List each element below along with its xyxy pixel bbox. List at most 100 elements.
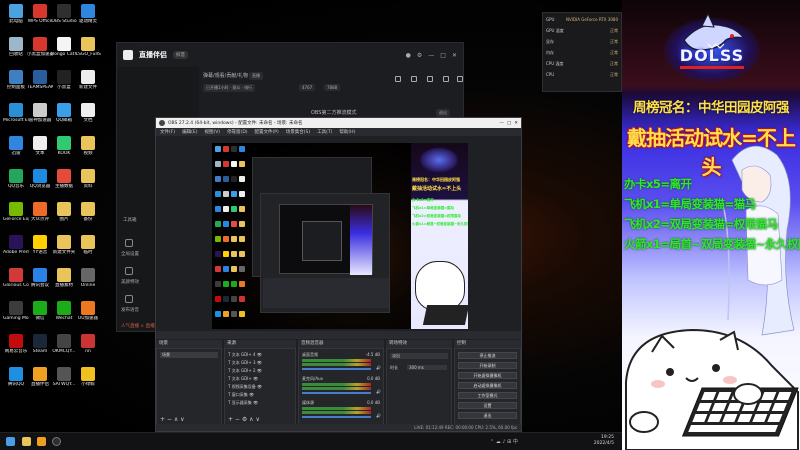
source-item[interactable]: T 视频采集设备 👁 [228,384,262,390]
sidebar-item-beauty[interactable]: 美颜特效 [121,279,139,285]
desktop-icon[interactable]: Bongo Cat Mver [51,37,77,57]
control-button[interactable]: 启动虚拟摄像机 [458,382,517,389]
desktop-icon[interactable]: CSGO_FullS... [75,37,101,57]
fullscreen-toggle-icon[interactable] [443,76,449,82]
desktop-icon[interactable]: QQ邮箱 [52,103,76,123]
share-icon[interactable] [457,76,463,82]
desktop-icon[interactable]: WPS Office [28,4,52,24]
source-item[interactable]: T 文本 GDI+ 2 👁 [228,368,262,374]
desktop-icon[interactable]: SATWQY... [52,367,76,387]
avatar[interactable]: ● [406,52,411,59]
menu-scene-collection[interactable]: 场景集合(S) [286,129,310,135]
menu-edit[interactable]: 编辑(E) [182,129,197,135]
sidebar-item-voice[interactable]: 发布语音 [121,307,139,313]
desktop-icon[interactable]: 视频 [76,136,100,156]
settings-icon[interactable]: ⚙ [417,52,422,59]
menu-docks[interactable]: 停靠窗(D) [227,129,247,135]
desktop-icon[interactable]: 小绿鲸 [76,367,100,387]
control-button[interactable]: 设置 [458,402,517,409]
source-item[interactable]: T 显示器采集 👁 [228,400,258,406]
desktop-icon[interactable]: YY语音 [28,235,52,255]
desktop-icon[interactable]: GeForce Experience [3,202,29,222]
fullscreen-icon[interactable] [125,239,133,247]
desktop-icon[interactable]: 文档 [76,103,100,123]
desktop-icon[interactable]: 迅雷 [4,136,28,156]
desktop-icon[interactable]: Online [76,268,100,288]
volume-slider[interactable] [302,392,371,394]
scene-item[interactable]: 场景 [160,352,218,358]
desktop-icon[interactable]: 新建文件夹 [52,235,76,255]
desktop-icon[interactable]: Glorious Core [3,268,29,288]
minimize-icon[interactable]: — [428,52,434,59]
minimize-icon[interactable]: — [499,121,504,126]
visibility-icon[interactable]: 👁 [252,376,258,381]
source-item[interactable]: T 窗口采集 👁 [228,392,254,398]
sidebar-item-toolbox[interactable]: 工具箱 [123,217,137,223]
source-add-button[interactable]: + − ⚙ ∧ ∨ [228,416,260,423]
speaker-icon[interactable]: 🔊 [376,413,381,418]
desktop-icon[interactable]: 回收站 [4,37,28,57]
maximize-icon[interactable]: □ [507,121,511,126]
desktop-icon[interactable]: 新建文件 [76,70,100,90]
assistant-taskbar-icon[interactable] [37,437,46,446]
tray-icons[interactable]: ⌃ ☁ ♪ ⊞ 中 [490,438,518,445]
trash-icon[interactable] [395,76,401,82]
desktop-icon[interactable]: OKMCQY... [52,334,76,354]
control-button[interactable]: 工作室模式 [458,392,517,399]
save-icon[interactable] [411,76,417,82]
desktop-icon[interactable]: 小黑盒加速器 [27,37,53,57]
menu-profile[interactable]: 配置文件(P) [255,129,279,135]
desktop-icon[interactable]: 雷神加速器 [28,103,52,123]
maximize-icon[interactable]: □ [440,52,446,59]
desktop-icon[interactable]: 直播素材 [52,268,76,288]
desktop-icon[interactable]: 临时 [76,235,100,255]
desktop-icon[interactable]: Steam [28,334,52,354]
volume-slider[interactable] [302,416,371,418]
desktop-icon[interactable]: 网易云音乐 [4,334,28,354]
desktop-icon[interactable]: 图片 [52,202,76,222]
desktop-icon[interactable]: 小黑盒 [52,70,76,90]
speaker-icon[interactable]: 🔊 [376,389,381,394]
taskbar-clock[interactable]: 19:25 2022/4/5 [594,435,614,447]
explorer-icon[interactable] [22,437,31,446]
desktop-icon[interactable]: Microsoft Edge [3,103,29,123]
visibility-icon[interactable]: 👁 [256,368,262,373]
start-icon[interactable] [6,437,15,446]
desktop-icon[interactable]: 直播伴侣 [28,367,52,387]
desktop-icon[interactable]: 腾讯会议 [28,268,52,288]
close-icon[interactable]: ✕ [514,121,518,126]
desktop-icon[interactable]: OBS Studio [51,4,77,24]
desktop-icon[interactable]: 文本 [28,136,52,156]
visibility-icon[interactable]: 👁 [248,392,254,397]
control-button[interactable]: 开始录制 [458,362,517,369]
control-button[interactable]: 开始虚拟摄像机 [458,372,517,379]
bell-icon[interactable] [427,76,433,82]
desktop-icon[interactable]: QQ浏览器 [28,169,52,189]
desktop-icon[interactable]: 控制面板 [4,70,28,90]
visibility-icon[interactable]: 👁 [252,400,258,405]
desktop-icon[interactable]: Gaming Mouse [3,301,29,321]
desktop-icon[interactable]: UU加速器 [76,301,100,321]
source-item[interactable]: T 文本 GDI+ 4 👁 [228,352,262,358]
scene-add-button[interactable]: + − ∧ ∨ [160,416,185,423]
exit-mode-button[interactable]: 退出 [436,109,450,117]
transition-select[interactable]: 淡出 [390,353,448,359]
desktop-icon[interactable]: QQ音乐 [4,169,28,189]
source-item[interactable]: T 文本 GDI+ 👁 [228,376,258,382]
desktop-icon[interactable]: nn [76,334,100,354]
menu-help[interactable]: 帮助(H) [339,129,355,135]
sidebar-item-global[interactable]: 全局设置 [121,251,139,257]
visibility-icon[interactable]: 👁 [256,352,262,357]
close-icon[interactable]: ✕ [452,52,457,59]
desktop-icon[interactable]: 主播数据 [52,169,76,189]
control-button[interactable]: 退出 [458,412,517,419]
obs-preview[interactable]: 周榜冠名：中华田园皮阿强 戴抽活动试水=不上头 办卡x5=离开 飞机x1=单局变… [212,143,468,329]
obs-taskbar-icon[interactable] [52,437,61,446]
visibility-icon[interactable]: 👁 [256,360,262,365]
volume-slider[interactable] [302,368,371,370]
desktop-icon[interactable]: 资料 [76,169,100,189]
desktop-icon[interactable]: 大众点评 [28,202,52,222]
desktop-icon[interactable]: 腾讯QQ [4,367,28,387]
desktop-icon[interactable]: 微信 [28,301,52,321]
beauty-icon[interactable] [125,267,133,275]
